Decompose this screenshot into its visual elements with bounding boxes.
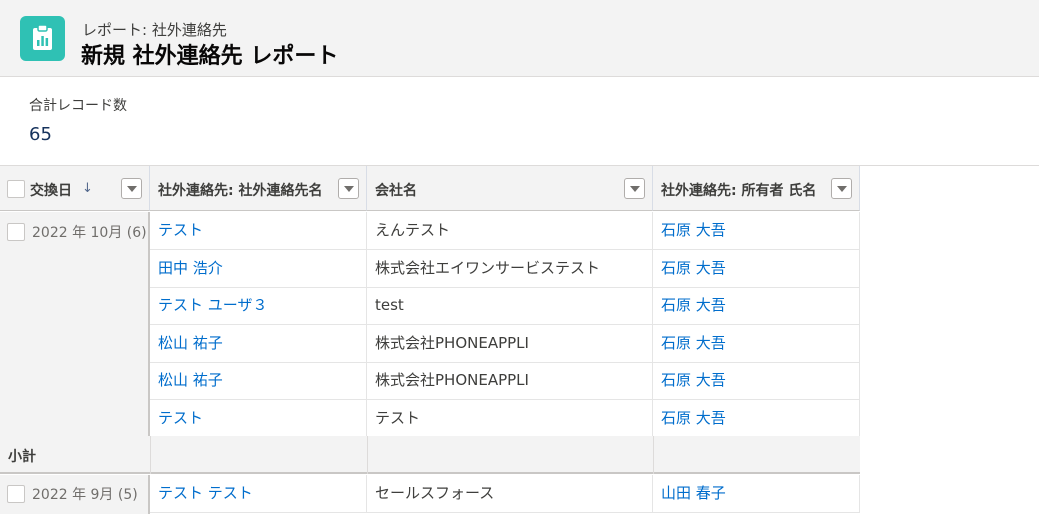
group-cell-2022-10: 2022 年 10月 (6)	[0, 212, 150, 437]
column-header-label: 社外連絡先: 所有者 氏名	[661, 183, 817, 199]
owner-link[interactable]: 石原 大吾	[653, 325, 860, 363]
column-header-label: 会社名	[375, 183, 417, 199]
select-all-checkbox[interactable]	[7, 180, 25, 198]
subtotal-label: 小計	[8, 449, 36, 465]
page-title: 新規 社外連絡先 レポート	[81, 44, 339, 69]
company-cell: 株式会社PHONEAPPLI	[367, 325, 653, 363]
company-cell: 株式会社PHONEAPPLI	[367, 362, 653, 400]
company-cell: えんテスト	[367, 212, 653, 250]
owner-link[interactable]: 石原 大吾	[653, 212, 860, 250]
company-cell: セールスフォース	[367, 475, 653, 513]
contact-name-link[interactable]: 田中 浩介	[150, 250, 367, 288]
column-header-company[interactable]: 会社名	[367, 166, 653, 211]
contact-name-link[interactable]: テスト	[150, 212, 367, 250]
owner-link[interactable]: 石原 大吾	[653, 400, 860, 438]
group-checkbox[interactable]	[7, 485, 25, 503]
contact-name-link[interactable]: テスト	[150, 400, 367, 438]
owner-link[interactable]: 山田 春子	[653, 475, 860, 513]
column-header-label: 社外連絡先: 社外連絡先名	[158, 183, 323, 199]
column-divider	[367, 436, 368, 474]
contact-name-link[interactable]: テスト ユーザ３	[150, 287, 367, 325]
report-icon	[20, 16, 65, 61]
group-cell-2022-09: 2022 年 9月 (5)	[0, 475, 150, 514]
owner-link[interactable]: 石原 大吾	[653, 287, 860, 325]
group-label: 2022 年 10月 (6)	[32, 225, 147, 241]
column-menu-button[interactable]	[831, 178, 852, 199]
column-header-contact-name[interactable]: 社外連絡先: 社外連絡先名	[150, 166, 367, 211]
column-menu-button[interactable]	[624, 178, 645, 199]
group-label: 2022 年 9月 (5)	[32, 487, 138, 503]
column-header-owner[interactable]: 社外連絡先: 所有者 氏名	[653, 166, 860, 211]
subtotal-row: 小計	[0, 436, 860, 474]
column-header-exchange-date[interactable]: 交換日 ↓	[0, 166, 150, 211]
owner-link[interactable]: 石原 大吾	[653, 250, 860, 288]
total-records-value: 65	[29, 124, 52, 145]
sort-descending-icon[interactable]: ↓	[82, 181, 93, 196]
column-divider	[150, 436, 151, 474]
contact-name-link[interactable]: テスト テスト	[150, 475, 367, 513]
total-records-label: 合計レコード数	[29, 98, 127, 114]
company-cell: 株式会社エイワンサービステスト	[367, 250, 653, 288]
company-cell: test	[367, 287, 653, 325]
column-menu-button[interactable]	[121, 178, 142, 199]
page-header: レポート: 社外連絡先 新規 社外連絡先 レポート	[0, 0, 1039, 77]
owner-link[interactable]: 石原 大吾	[653, 362, 860, 400]
page-subtitle: レポート: 社外連絡先	[82, 21, 227, 39]
column-menu-button[interactable]	[338, 178, 359, 199]
contact-name-link[interactable]: 松山 祐子	[150, 362, 367, 400]
contact-name-link[interactable]: 松山 祐子	[150, 325, 367, 363]
group-checkbox[interactable]	[7, 223, 25, 241]
company-cell: テスト	[367, 400, 653, 438]
column-divider	[653, 436, 654, 474]
column-header-label: 交換日	[30, 183, 72, 199]
